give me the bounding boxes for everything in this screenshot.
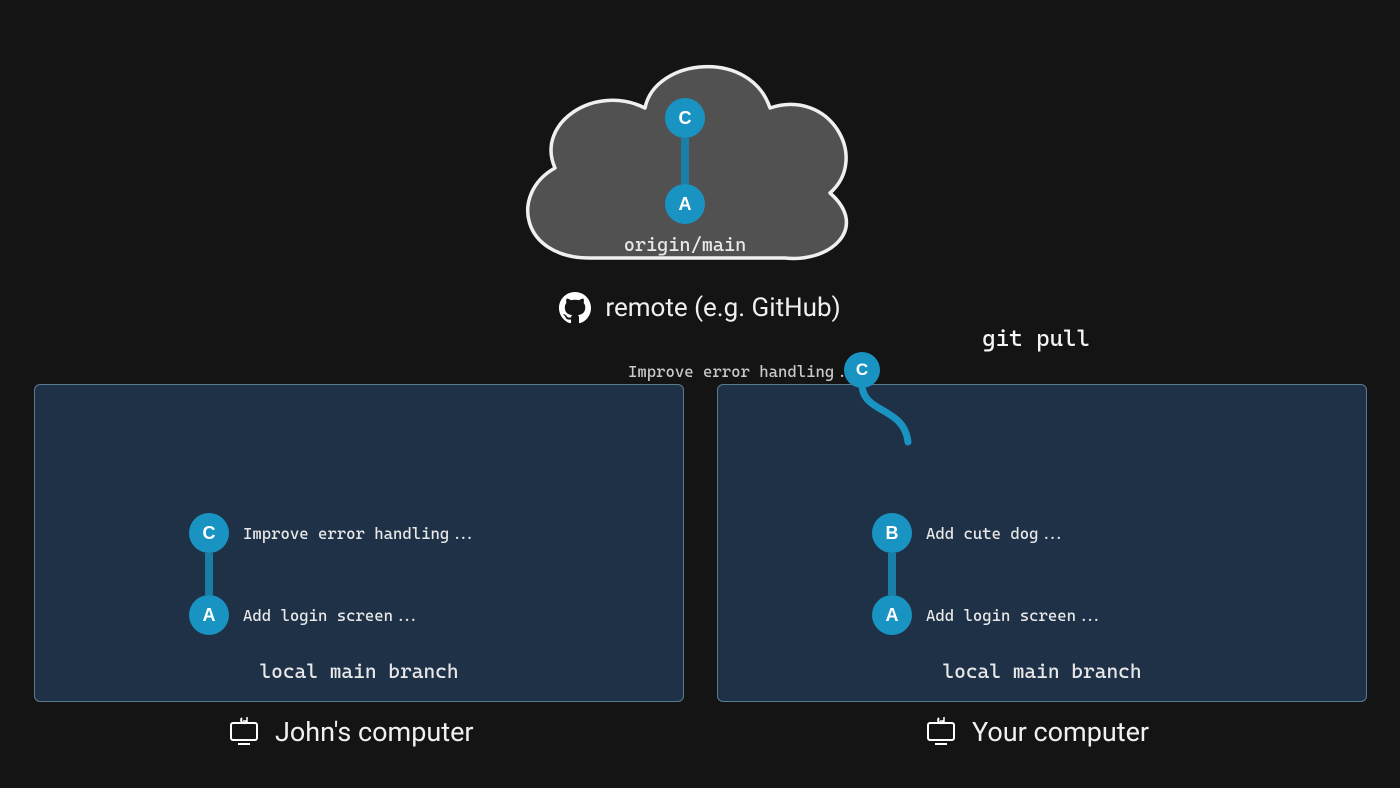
computer-sync-icon <box>228 716 260 748</box>
floating-commit-message: Improve error handling... <box>628 362 862 381</box>
git-pull-label: git pull <box>982 326 1090 352</box>
commit-connector <box>872 553 1192 595</box>
commit-message: Add login screen... <box>243 606 421 625</box>
remote-commit-stack: C A <box>665 98 705 224</box>
remote-caption: remote (e.g. GitHub) <box>0 292 1400 324</box>
cloud-remote: C A origin/main <box>500 28 870 278</box>
remote-branch-label: origin/main <box>624 234 746 256</box>
commit-row: A Add login screen... <box>189 595 509 635</box>
your-commit-stack: B Add cute dog... A Add login screen... <box>892 513 1192 635</box>
commit-connector <box>189 553 509 595</box>
commit-node-a: A <box>665 184 705 224</box>
computer-sync-icon <box>925 716 957 748</box>
remote-caption-text: remote (e.g. GitHub) <box>605 293 840 323</box>
panel-caption-text: Your computer <box>972 716 1149 748</box>
commit-row: A Add login screen... <box>872 595 1192 635</box>
commit-node-c: C <box>665 98 705 138</box>
john-branch-label: local main branch <box>35 659 683 683</box>
commit-message: Add cute dog... <box>926 524 1067 543</box>
commit-connector <box>681 138 689 184</box>
commit-node-c: C <box>189 513 229 553</box>
commit-node-b: B <box>872 513 912 553</box>
commit-node-a: A <box>189 595 229 635</box>
commit-row: C Improve error handling... <box>189 513 509 553</box>
panel-caption-you: Your computer <box>925 716 1149 748</box>
panel-caption-text: John's computer <box>275 716 474 748</box>
john-commit-stack: C Improve error handling... A Add login … <box>209 513 509 635</box>
commit-node-a: A <box>872 595 912 635</box>
commit-message: Improve error handling... <box>243 524 477 543</box>
github-icon <box>559 292 591 324</box>
floating-commit-node: C <box>844 352 880 388</box>
commit-row: B Add cute dog... <box>872 513 1192 553</box>
panel-you: B Add cute dog... A Add login screen... … <box>717 384 1367 702</box>
your-branch-label: local main branch <box>718 659 1366 683</box>
panel-caption-john: John's computer <box>228 716 474 748</box>
panel-john: C Improve error handling... A Add login … <box>34 384 684 702</box>
pull-curve <box>856 384 956 464</box>
commit-message: Add login screen... <box>926 606 1104 625</box>
